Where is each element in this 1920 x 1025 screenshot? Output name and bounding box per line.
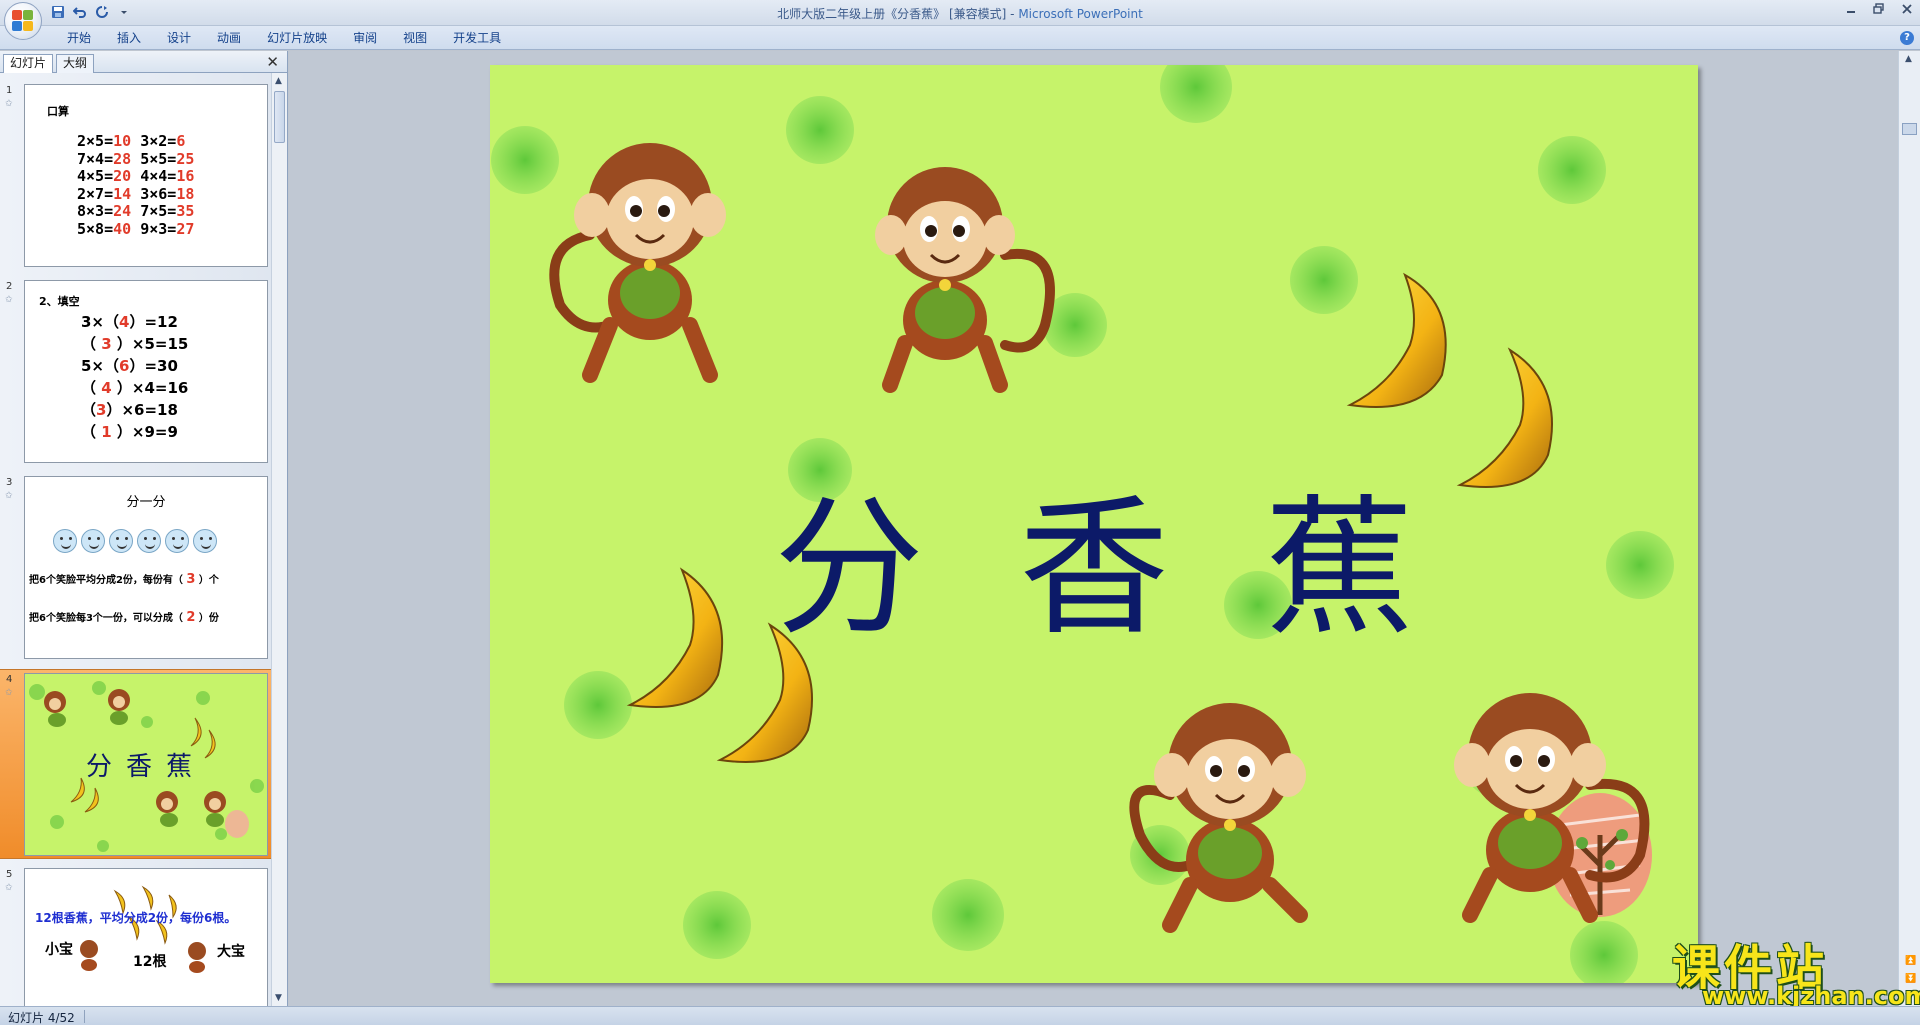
thumbnail-row-3[interactable]: 3 ✩ 分一分 把6个笑脸平均分成2份，每份有（ 3 ）个 把6个笑脸每3个一份… [0,473,272,663]
math-row: 7×4=28 5×5=25 [77,149,195,168]
slide-number: 4 [6,674,13,685]
slide-number: 5 [6,869,13,880]
smiley-icon [165,529,189,553]
current-slide[interactable]: 分香蕉 [490,65,1698,983]
minimize-icon[interactable] [1844,3,1858,19]
office-logo-icon [12,10,34,32]
math-row: 5×8=40 9×3=27 [77,219,195,238]
slide-scrollbar[interactable]: ▲ ⏫ ⏬ ▼ [1898,51,1920,1006]
slide-thumbnail-5[interactable]: 12根香蕉，平均分成2份，每份6根。 小宝 12根 大宝 [24,868,268,1006]
animation-star-icon: ✩ [5,295,13,305]
fill-line: 5×（6）=30 [81,357,178,375]
thumbnail-scrollbar[interactable]: ▲ ▼ [271,73,287,1006]
monkey [1129,703,1308,933]
thumbnail-row-1[interactable]: 1 ✩ 口算 2×5=10 3×2=6 7×4=28 5×5=25 4×5=20… [0,81,272,271]
label-dabao: 大宝 [217,944,245,960]
animation-star-icon: ✩ [5,883,13,893]
ribbon: 开始 插入 设计 动画 幻灯片放映 审阅 视图 开发工具 ? [0,26,1920,50]
help-icon[interactable]: ? [1900,31,1914,45]
monkey [875,167,1055,393]
smiley-icon [137,529,161,553]
thumb-heading: 口算 [47,105,69,118]
fill-line: 3×（4）=12 [81,313,178,331]
slide-thumbnail-2[interactable]: 2、填空 3×（4）=12 （ 3 ）×5=15 5×（6）=30 （ 4 ）×… [24,280,268,463]
panel-close-icon[interactable]: ✕ [266,53,279,71]
slide-number: 2 [6,281,13,292]
slide-thumbnail-4[interactable]: 分香蕉 [24,673,268,856]
scroll-up-icon[interactable]: ▲ [1905,54,1912,64]
tab-slides[interactable]: 幻灯片 [3,54,54,73]
animation-star-icon: ✩ [5,99,13,109]
math-row: 2×7=14 3×6=18 [77,184,195,203]
office-button[interactable] [4,2,42,40]
slide-number: 1 [6,85,13,96]
tab-view[interactable]: 视图 [390,30,440,48]
status-divider [84,1010,85,1023]
scrollbar-thumb[interactable] [274,91,285,143]
tab-home[interactable]: 开始 [54,30,104,48]
close-icon[interactable] [1900,3,1914,19]
panel-tabs: 幻灯片 大纲 ✕ [0,51,287,73]
fill-line: （ 3 ）×5=15 [81,335,189,353]
tab-animations[interactable]: 动画 [204,30,254,48]
label-xiaobao: 小宝 [45,942,73,958]
scroll-up-icon[interactable]: ▲ [275,76,282,86]
previous-slide-icon[interactable]: ⏫ [1905,956,1916,966]
window-title: 北师大版二年级上册《分香蕉》 [兼容模式] - Microsoft PowerP… [0,5,1920,22]
fill-blank-lines: 3×（4）=12 （ 3 ）×5=15 5×（6）=30 （ 4 ）×4=16 … [81,311,188,443]
slide-thumbnail-3[interactable]: 分一分 把6个笑脸平均分成2份，每份有（ 3 ）个 把6个笑脸每3个一份，可以分… [24,476,268,659]
thumb-heading: 分一分 [126,495,166,510]
tab-insert[interactable]: 插入 [104,30,154,48]
math-row: 8×3=24 7×5=35 [77,202,195,220]
slide-workspace: 分香蕉 [289,51,1898,1006]
slide-thumbnail-1[interactable]: 口算 2×5=10 3×2=6 7×4=28 5×5=25 4×5=20 4×4… [24,84,268,267]
fill-line: （3）×6=18 [81,401,178,419]
app-name: Microsoft PowerPoint [1018,7,1143,21]
smiley-icon [193,529,217,553]
tab-developer[interactable]: 开发工具 [440,30,514,48]
fill-line: （ 4 ）×4=16 [81,379,189,397]
animation-star-icon: ✩ [5,688,13,698]
tab-design[interactable]: 设计 [154,30,204,48]
smiley-icon [109,529,133,553]
smiley-faces [53,529,217,553]
tab-slideshow[interactable]: 幻灯片放映 [254,30,340,48]
ribbon-tabs: 开始 插入 设计 动画 幻灯片放映 审阅 视图 开发工具 [54,30,514,48]
thumb-title: 分香蕉 [85,752,206,782]
math-row: 2×5=10 3×2=6 [77,132,186,150]
thumbnail-row-5[interactable]: 5 ✩ 12根香蕉，平均分成2份，每份6根。 小宝 12根 大宝 [0,865,272,1006]
thumbnail-list: 1 ✩ 口算 2×5=10 3×2=6 7×4=28 5×5=25 4×5=20… [0,73,272,1006]
watermark-logo: 课件站 www.kjzhan.com [1672,928,1920,1010]
slide-indicator: 幻灯片 4/52 [8,1011,75,1025]
restore-icon[interactable] [1872,3,1886,19]
slide-number: 3 [6,477,13,488]
scrollbar-thumb[interactable] [1902,123,1917,135]
math-grid: 2×5=10 3×2=6 7×4=28 5×5=25 4×5=20 4×4=16… [77,132,195,238]
document-title: 北师大版二年级上册《分香蕉》 [兼容模式] [777,7,1007,21]
smiley-icon [53,529,77,553]
title-bar: 北师大版二年级上册《分香蕉》 [兼容模式] - Microsoft PowerP… [0,0,1920,26]
thumb-text: 12根香蕉，平均分成2份，每份6根。 [35,911,237,925]
animation-star-icon: ✩ [5,491,13,501]
thumb-illustration [80,885,206,973]
title-separator: - [1006,7,1019,21]
sentence-2: 把6个笑脸每3个一份，可以分成（ 2 ）份 [29,610,219,625]
sentence-1: 把6个笑脸平均分成2份，每份有（ 3 ）个 [29,572,219,587]
smiley-icon [81,529,105,553]
thumb-heading: 2、填空 [39,295,80,308]
tab-review[interactable]: 审阅 [340,30,390,48]
tab-outline[interactable]: 大纲 [56,54,95,73]
label-count: 12根 [133,954,167,970]
slides-panel: 幻灯片 大纲 ✕ 1 ✩ 口算 2×5=10 3×2=6 7×4=28 5×5=… [0,51,288,1006]
scroll-down-icon[interactable]: ▼ [275,993,282,1003]
thumbnail-row-4[interactable]: 4 ✩ 分香蕉 [0,669,272,859]
thumbnail-row-2[interactable]: 2 ✩ 2、填空 3×（4）=12 （ 3 ）×5=15 5×（6）=30 （ … [0,277,272,467]
slide-title[interactable]: 分香蕉 [490,447,1698,664]
window-controls [1844,3,1914,19]
math-row: 4×5=20 4×4=16 [77,167,195,185]
monkey [549,143,726,383]
status-bar: 幻灯片 4/52 [0,1006,1920,1025]
fill-line: （ 1 ）×9=9 [81,423,178,441]
